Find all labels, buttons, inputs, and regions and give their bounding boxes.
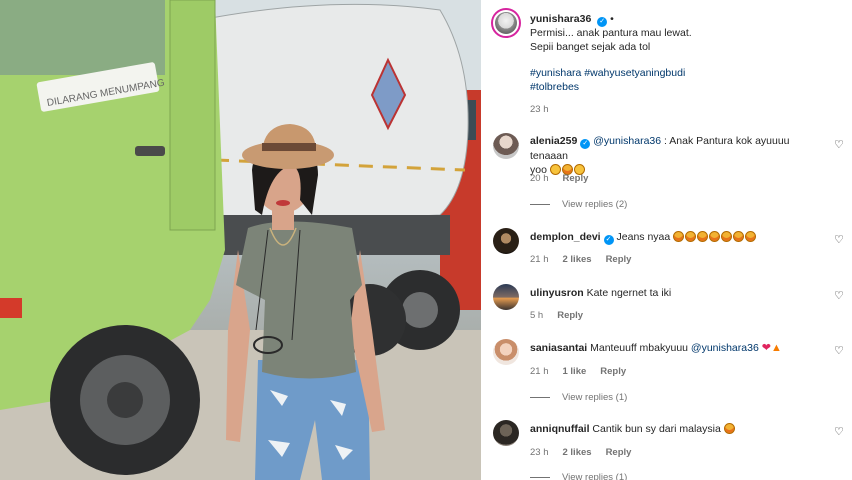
view-replies-label[interactable]: View replies (1) [562,392,627,403]
verified-badge-icon: ✓ [580,139,591,149]
comments-panel[interactable]: yunishara36 ✓ • Permisi... anak pantura … [481,0,852,480]
view-replies-label[interactable]: View replies (2) [562,199,627,210]
heart-eyes-emoji-icon [673,231,685,242]
comment-username[interactable]: alenia259 [530,135,577,147]
comment-timestamp: 20 h [530,173,549,184]
like-comment-heart-icon[interactable]: ♡ [834,346,844,357]
comment-timestamp: 21 h [530,254,549,265]
view-replies-button[interactable]: View replies (1) [530,472,627,480]
comment-meta: 21 h 2 likes Reply [530,254,645,265]
comment-timestamp: 5 h [530,310,544,321]
heart-eyes-emoji-icon [685,231,697,242]
caption-line-2: Sepii banget sejak ada tol [530,41,651,53]
username-separator: • [610,13,614,25]
post-photo-illustration: DILARANG MENUMPANG [0,0,481,480]
caption-line-1: Permisi... anak pantura mau lewat. [530,27,692,39]
view-replies-label[interactable]: View replies (1) [562,472,627,480]
comment-text: demplon_devi ✓ Jeans nyaa [530,230,830,245]
commenter-avatar[interactable] [493,339,519,365]
comment-body: Jeans nyaa [616,231,671,243]
poster-avatar[interactable] [491,8,521,38]
verified-badge-icon: ✓ [603,235,614,245]
comment-username[interactable]: saniasantai [530,342,587,354]
reply-button[interactable]: Reply [557,310,583,321]
poster-username[interactable]: yunishara36 [530,13,591,25]
heart-eyes-emoji-icon [697,231,709,242]
commenter-avatar[interactable] [493,420,519,446]
like-comment-heart-icon[interactable]: ♡ [834,427,844,438]
comment-timestamp: 23 h [530,447,549,458]
post-timestamp: 23 h [530,104,549,115]
commenter-avatar[interactable] [493,284,519,310]
replies-divider-line [530,203,550,205]
commenter-avatar[interactable] [493,133,519,159]
comment-body: Manteuuff mbakyuuu [590,342,688,354]
comment-text: anniqnuffail Cantik bun sy dari malaysia [530,422,830,436]
comment-body: Cantik bun sy dari malaysia [592,423,721,435]
replies-divider-line [530,396,550,398]
commenter-avatar[interactable] [493,228,519,254]
reply-button[interactable]: Reply [606,447,632,458]
comment-likes-count[interactable]: 1 like [563,366,587,377]
post-photo[interactable]: DILARANG MENUMPANG [0,0,481,480]
caption-text: Permisi... anak pantura mau lewat. Sepii… [530,26,692,54]
comment-meta: 23 h 2 likes Reply [530,447,645,458]
view-replies-button[interactable]: View replies (2) [530,199,627,210]
reply-button[interactable]: Reply [563,173,589,184]
comment-username[interactable]: ulinyusron [530,287,584,299]
comment-body: Kate ngernet ta iki [586,287,672,299]
comment-meta: 21 h 1 like Reply [530,366,640,377]
comment-text: ulinyusron Kate ngernet ta iki [530,286,830,300]
hashtags-line-2[interactable]: #tolbrebes [530,80,685,94]
comment-username[interactable]: demplon_devi [530,231,601,243]
caption-hashtags[interactable]: #yunishara #wahyusetyaningbudi #tolbrebe… [530,66,685,94]
heart-eyes-emoji-icon [733,231,745,242]
comment-timestamp: 21 h [530,366,549,377]
comment-text: saniasantai Manteuuff mbakyuuu @yunishar… [530,341,830,355]
like-comment-heart-icon[interactable]: ♡ [834,235,844,246]
red-heart-emoji-icon: ❤ [761,342,771,354]
instagram-post-view: DILARANG MENUMPANG yunishara36 ✓ • Permi… [0,0,852,480]
hashtags-line-1[interactable]: #yunishara #wahyusetyaningbudi [530,66,685,80]
like-comment-heart-icon[interactable]: ♡ [834,140,844,151]
heart-eyes-emoji-icon [721,231,733,242]
comment-text: alenia259 ✓ @yunishara36 : Anak Pantura k… [530,134,830,177]
comment-meta: 5 h Reply [530,310,597,321]
comment-mention[interactable]: @yunishara36 [593,135,661,147]
comment-meta: 20 h Reply [530,173,602,184]
comment-mention[interactable]: @yunishara36 [691,342,759,354]
replies-divider-line [530,476,550,478]
reply-button[interactable]: Reply [600,366,626,377]
fire-emoji-icon: ▲ [770,342,782,354]
view-replies-button[interactable]: View replies (1) [530,392,627,403]
like-comment-heart-icon[interactable]: ♡ [834,291,844,302]
caption-header: yunishara36 ✓ • [530,12,614,27]
comment-username[interactable]: anniqnuffail [530,423,590,435]
heart-eyes-emoji-icon [709,231,721,242]
reply-button[interactable]: Reply [606,254,632,265]
comment-likes-count[interactable]: 2 likes [563,254,592,265]
comment-likes-count[interactable]: 2 likes [563,447,592,458]
heart-eyes-emoji-icon [745,231,757,242]
heart-eyes-emoji-icon [723,423,735,434]
